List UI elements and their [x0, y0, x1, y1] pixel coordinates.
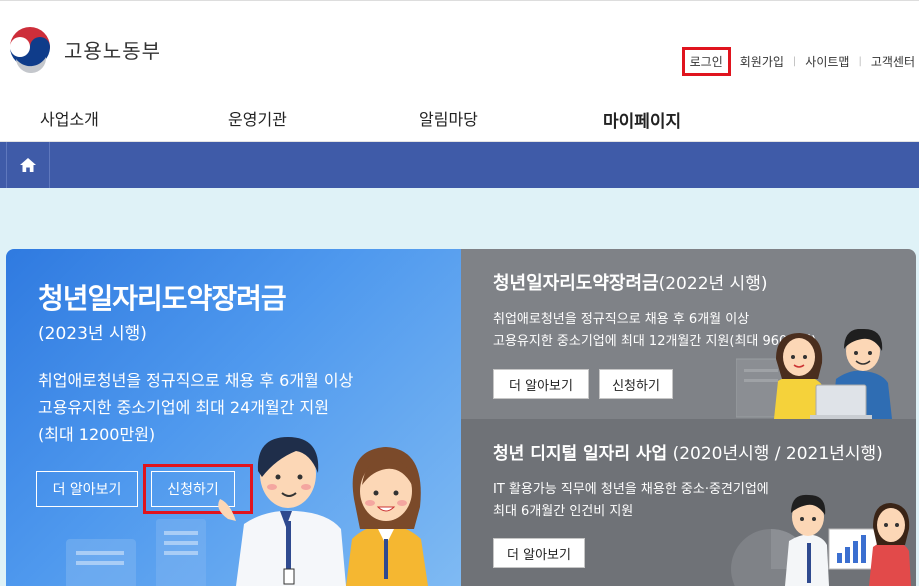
- nav-item-operators[interactable]: 운영기관: [228, 106, 287, 130]
- main-nav: 사업소개 운영기관 알림마당 마이페이지: [0, 90, 919, 142]
- banner-subtitle: (2023년 시행): [38, 324, 147, 344]
- banner-2022-desc-line: 취업애로청년을 정규직으로 채용 후 6개월 이상: [493, 312, 750, 327]
- util-separator: |: [858, 56, 862, 67]
- util-separator: |: [792, 56, 797, 67]
- site-header: 고용노동부 로그인 회원가입 | 사이트맵 | 고객센터: [0, 0, 919, 90]
- banner-2022: 청년일자리도약장려금(2022년 시행) 취업애로청년을 정규직으로 채용 후 …: [461, 249, 916, 419]
- nav-item-business-intro[interactable]: 사업소개: [40, 106, 99, 130]
- banner-digital-jobs: 청년 디지털 일자리 사업 (2020년시행 / 2021년시행) IT 활용가…: [461, 419, 916, 586]
- banner-desc-line: 고용유지한 중소기업에 최대 24개월간 지원: [38, 398, 329, 417]
- logo-text: 고용노동부: [64, 38, 161, 63]
- office-workers-illustration: [736, 329, 892, 419]
- digital-jobs-desc-line: IT 활용가능 직무에 청년을 채용한 중소·중견기업에: [493, 482, 769, 497]
- site-logo[interactable]: 고용노동부: [6, 25, 161, 73]
- nav-item-notices[interactable]: 알림마당: [419, 106, 478, 130]
- document-illustration: [66, 519, 206, 586]
- nav-item-mypage[interactable]: 마이페이지: [603, 107, 681, 132]
- customer-center-link[interactable]: 고객센터: [871, 53, 915, 70]
- digital-jobs-title-year: (2020년시행 / 2021년시행): [672, 444, 883, 464]
- digital-jobs-title: 청년 디지털 일자리 사업 (2020년시행 / 2021년시행): [493, 439, 883, 464]
- banner-2022-title: 청년일자리도약장려금(2022년 시행): [493, 269, 767, 295]
- presentation-illustration: [731, 494, 911, 586]
- taegeuk-logo-icon: [7, 26, 53, 73]
- breadcrumb-bar: [0, 142, 919, 188]
- digital-jobs-title-main: 청년 디지털 일자리 사업: [493, 444, 668, 464]
- login-link[interactable]: 로그인: [681, 47, 731, 76]
- banner-2022-title-year: (2022년 시행): [658, 274, 768, 294]
- banner-2022-learn-more-button[interactable]: 더 알아보기: [493, 369, 589, 399]
- banner-desc-line: 취업애로청년을 정규직으로 채용 후 6개월 이상: [38, 371, 354, 390]
- utility-nav: 로그인 회원가입 | 사이트맵 | 고객센터: [681, 47, 915, 76]
- banner-title: 청년일자리도약장려금: [38, 282, 287, 315]
- home-icon: [20, 158, 36, 172]
- learn-more-button[interactable]: 더 알아보기: [36, 471, 138, 507]
- banner-2022-title-main: 청년일자리도약장려금: [493, 273, 659, 294]
- young-workers-illustration: [218, 437, 428, 586]
- signup-link[interactable]: 회원가입: [740, 53, 784, 70]
- digital-jobs-description: IT 활용가능 직무에 청년을 채용한 중소·중견기업에 최대 6개월간 인건비…: [493, 479, 769, 523]
- home-button[interactable]: [6, 142, 50, 188]
- main-banner-2023: 청년일자리도약장려금 (2023년 시행) 취업애로청년을 정규직으로 채용 후…: [6, 249, 461, 586]
- digital-jobs-learn-more-button[interactable]: 더 알아보기: [493, 538, 585, 568]
- banner-2022-apply-button[interactable]: 신청하기: [599, 369, 673, 399]
- digital-jobs-desc-line: 최대 6개월간 인건비 지원: [493, 504, 634, 519]
- sitemap-link[interactable]: 사이트맵: [805, 53, 849, 70]
